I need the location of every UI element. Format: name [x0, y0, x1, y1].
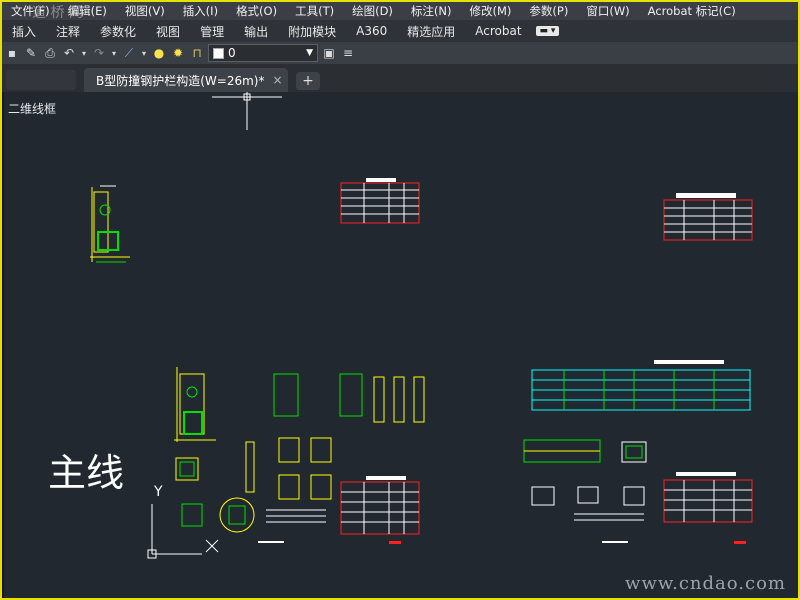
guardrail-elevation-right — [523, 360, 751, 543]
tab-manage[interactable]: 管理 — [190, 23, 234, 40]
chevron-down-icon: ▼ — [306, 48, 313, 58]
watermark-logo-text: 道 桥 网 — [32, 5, 83, 21]
layer-dropdown[interactable]: 0 ▼ — [208, 44, 318, 62]
menu-format[interactable]: 格式(O) — [227, 3, 286, 19]
tab-insert[interactable]: 插入 — [2, 23, 46, 40]
match-dropdown-icon[interactable]: ▾ — [140, 45, 148, 61]
tab-acrobat[interactable]: Acrobat — [465, 24, 531, 38]
drawing-canvas[interactable]: 二维线框 Y 主线 www.cndao.com — [4, 92, 798, 598]
menu-acrobat-markup[interactable]: Acrobat 标记(C) — [639, 3, 745, 19]
document-tab[interactable]: B型防撞钢护栏构造(W=26m)* × — [84, 68, 288, 92]
layer-state-icon[interactable]: ▣ — [321, 45, 337, 61]
layer-name: 0 — [228, 46, 236, 60]
ucs-y-label: Y — [153, 484, 163, 500]
match-properties-icon[interactable]: ⟋ — [121, 45, 137, 61]
ribbon-toggle-icon[interactable]: ▬ ▾ — [535, 26, 560, 36]
elevation-drawing-top-left — [90, 185, 130, 263]
new-tab-button[interactable]: + — [296, 72, 320, 90]
main-line-label: 主线 — [48, 451, 125, 495]
document-tab-bar: B型防撞钢护栏构造(W=26m)* × + — [2, 64, 798, 92]
start-tab[interactable] — [6, 70, 76, 90]
redo-dropdown-icon[interactable]: ▾ — [110, 45, 118, 61]
lock-icon[interactable]: ⊓ — [189, 45, 205, 61]
document-tab-title: B型防撞钢护栏构造(W=26m)* — [96, 73, 265, 88]
tab-parametric[interactable]: 参数化 — [90, 23, 146, 40]
undo-dropdown-icon[interactable]: ▾ — [80, 45, 88, 61]
menu-parametric[interactable]: 参数(P) — [520, 3, 577, 19]
drawing-content: Y — [90, 92, 753, 559]
menu-insert[interactable]: 插入(I) — [174, 3, 227, 19]
menu-modify[interactable]: 修改(M) — [461, 3, 521, 19]
tab-a360[interactable]: A360 — [346, 24, 397, 38]
menu-tools[interactable]: 工具(T) — [286, 3, 343, 19]
table-bottom-right — [663, 472, 753, 544]
edit-icon[interactable]: ✎ — [23, 45, 39, 61]
toolbar-overflow-icon[interactable]: ≡ — [340, 45, 356, 61]
open-icon[interactable]: ▪ — [4, 45, 20, 61]
menu-dimension[interactable]: 标注(N) — [402, 3, 461, 19]
crosshair-cursor — [212, 92, 282, 130]
table-top-right — [663, 193, 753, 241]
ribbon-tabs: 插入 注释 参数化 视图 管理 输出 附加模块 A360 精选应用 Acroba… — [2, 20, 798, 42]
undo-icon[interactable]: ↶ — [61, 45, 77, 61]
detail-drawings-bottom-left — [174, 367, 425, 543]
quick-toolbar: ▪ ✎ ⎙ ↶ ▾ ↷ ▾ ⟋ ▾ ● ✹ ⊓ 0 ▼ ▣ ≡ — [2, 42, 798, 64]
print-icon[interactable]: ⎙ — [42, 45, 58, 61]
redo-icon[interactable]: ↷ — [91, 45, 107, 61]
watermark-text: www.cndao.com — [625, 573, 786, 594]
tab-view[interactable]: 视图 — [146, 23, 190, 40]
tab-featured-apps[interactable]: 精选应用 — [397, 23, 465, 40]
tab-addins[interactable]: 附加模块 — [278, 23, 346, 40]
table-bottom-center — [340, 476, 420, 544]
app-window: 文件(F) 编辑(E) 视图(V) 插入(I) 格式(O) 工具(T) 绘图(D… — [0, 0, 800, 600]
menu-window[interactable]: 窗口(W) — [577, 3, 638, 19]
layer-color-swatch — [213, 47, 224, 59]
bulb-icon[interactable]: ● — [151, 45, 167, 61]
close-icon[interactable]: × — [272, 73, 282, 87]
sun-icon[interactable]: ✹ — [170, 45, 186, 61]
ucs-icon — [147, 504, 219, 559]
tab-annotate[interactable]: 注释 — [46, 23, 90, 40]
menu-draw[interactable]: 绘图(D) — [343, 3, 402, 19]
menu-bar: 文件(F) 编辑(E) 视图(V) 插入(I) 格式(O) 工具(T) 绘图(D… — [2, 2, 798, 20]
tab-output[interactable]: 输出 — [234, 23, 278, 40]
table-top-center — [340, 178, 420, 224]
menu-view[interactable]: 视图(V) — [116, 3, 174, 19]
